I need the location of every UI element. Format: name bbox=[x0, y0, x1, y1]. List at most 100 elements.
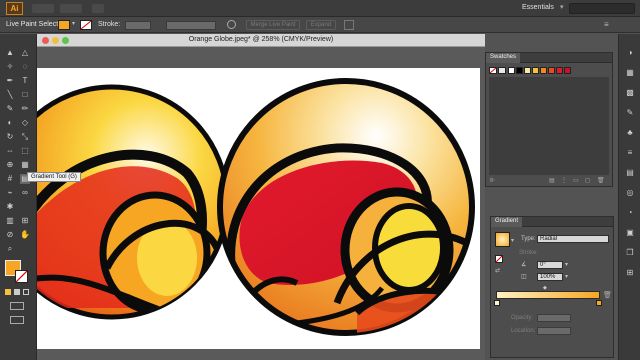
panel-menu-icon[interactable]: ≡ bbox=[604, 20, 616, 30]
swatch-chip[interactable] bbox=[532, 67, 539, 74]
reverse-gradient-icon[interactable]: ⇄ bbox=[495, 267, 500, 274]
variable-width-dropdown[interactable] bbox=[166, 21, 216, 30]
swatches-panel: Swatches ⊪ ▤ ⋮ ▭ ◻ 🗑 bbox=[485, 52, 613, 187]
type-tool-icon[interactable]: T bbox=[20, 76, 30, 86]
lasso-tool-icon[interactable]: ◌ bbox=[20, 62, 30, 72]
swatch-libraries-icon[interactable]: ⊪ bbox=[490, 177, 495, 184]
screen-mode-icon[interactable] bbox=[10, 316, 24, 324]
stroke-swatch[interactable] bbox=[80, 20, 92, 30]
swatch-options-icon[interactable]: ⋮ bbox=[561, 177, 567, 184]
merge-live-paint-button[interactable]: Merge Live Paint bbox=[246, 20, 300, 30]
chevron-down-icon[interactable]: ▾ bbox=[560, 3, 564, 11]
selection-tool-icon[interactable]: ▲ bbox=[5, 48, 15, 58]
swatch-chip[interactable] bbox=[564, 67, 571, 74]
symbols-panel-icon[interactable]: ♣ bbox=[625, 128, 635, 138]
stroke-panel-icon[interactable]: ≡ bbox=[625, 148, 635, 158]
zoom-tool-icon[interactable]: ⌕ bbox=[5, 244, 15, 254]
graph-tool-icon[interactable]: ▥ bbox=[5, 216, 15, 226]
color-mode-icon[interactable] bbox=[5, 289, 11, 295]
rotate-tool-icon[interactable]: ↻ bbox=[5, 132, 15, 142]
stroke-none-swatch[interactable] bbox=[495, 255, 503, 263]
none-mode-icon[interactable] bbox=[23, 289, 29, 295]
gpu-icon[interactable] bbox=[92, 4, 104, 13]
brushes-panel-icon[interactable]: ✎ bbox=[625, 108, 635, 118]
rectangle-tool-icon[interactable]: □ bbox=[20, 90, 30, 100]
blend-tool-icon[interactable]: ∞ bbox=[20, 188, 30, 198]
gradient-panel-icon[interactable]: ▤ bbox=[625, 168, 635, 178]
workspace-switcher[interactable]: Essentials bbox=[522, 4, 554, 11]
swatch-chip[interactable] bbox=[516, 67, 523, 74]
swatch-chip[interactable] bbox=[524, 67, 531, 74]
gradient-slider[interactable] bbox=[496, 291, 600, 299]
swatch-chip[interactable] bbox=[548, 67, 555, 74]
scale-tool-icon[interactable]: ⤡ bbox=[20, 132, 30, 142]
shape-builder-icon[interactable]: ⊕ bbox=[5, 160, 15, 170]
eyedropper-icon[interactable]: ⌁ bbox=[5, 188, 15, 198]
angle-input[interactable]: 0° bbox=[537, 261, 563, 269]
aspect-ratio-input[interactable]: 100% bbox=[537, 273, 563, 281]
paintbrush-tool-icon[interactable]: ✎ bbox=[5, 104, 15, 114]
gradient-preview-swatch[interactable] bbox=[495, 232, 510, 247]
gradient-presets-dropdown-icon[interactable]: ▾ bbox=[511, 237, 514, 244]
none-swatch[interactable] bbox=[489, 67, 497, 74]
line-tool-icon[interactable]: ╲ bbox=[5, 90, 15, 100]
appearance-panel-icon[interactable]: ◔ bbox=[625, 208, 635, 218]
new-color-group-icon[interactable]: ▭ bbox=[573, 177, 579, 184]
opacity-input[interactable] bbox=[537, 314, 571, 322]
gradient-type-select[interactable]: Radial bbox=[537, 235, 609, 243]
delete-stop-icon[interactable]: 🗑 bbox=[603, 291, 612, 299]
show-swatch-kinds-icon[interactable]: ▤ bbox=[549, 177, 555, 184]
magic-wand-icon[interactable]: ✧ bbox=[5, 62, 15, 72]
swatch-chip[interactable] bbox=[508, 67, 515, 74]
registration-swatch[interactable] bbox=[498, 67, 506, 74]
draw-mode-icon[interactable] bbox=[10, 302, 24, 310]
swatches-panel-icon[interactable]: ▩ bbox=[625, 88, 635, 98]
hand-tool-icon[interactable]: ✋ bbox=[20, 230, 30, 240]
blob-brush-icon[interactable]: ◐ bbox=[5, 118, 15, 128]
perspective-grid-icon[interactable]: ▦ bbox=[20, 160, 30, 170]
midpoint-diamond-icon[interactable]: ◆ bbox=[543, 285, 547, 291]
stroke-weight-input[interactable] bbox=[125, 21, 151, 30]
layers-panel-icon[interactable]: ❐ bbox=[625, 248, 635, 258]
direct-selection-tool-icon[interactable]: △ bbox=[20, 48, 30, 58]
artboard[interactable] bbox=[37, 68, 480, 349]
new-swatch-icon[interactable]: ◻ bbox=[585, 177, 590, 184]
fill-dropdown-icon[interactable]: ▾ bbox=[72, 20, 75, 27]
fill-swatch[interactable] bbox=[58, 20, 70, 30]
pen-tool-icon[interactable]: ✒ bbox=[5, 76, 15, 86]
transparency-panel-icon[interactable]: ◎ bbox=[625, 188, 635, 198]
delete-swatch-icon[interactable]: 🗑 bbox=[597, 177, 605, 184]
recolor-icon[interactable] bbox=[227, 20, 236, 29]
mesh-tool-icon[interactable]: # bbox=[5, 174, 15, 184]
graphic-styles-icon[interactable]: ▣ bbox=[625, 228, 635, 238]
location-input[interactable] bbox=[537, 327, 571, 335]
right-globe[interactable] bbox=[217, 78, 475, 338]
artboards-panel-icon[interactable]: ⊞ bbox=[625, 268, 635, 278]
color-guide-icon[interactable]: ▦ bbox=[625, 68, 635, 78]
aspect-dropdown-icon[interactable]: ▾ bbox=[565, 273, 568, 280]
swatches-list bbox=[489, 77, 609, 175]
left-globe[interactable] bbox=[37, 84, 230, 320]
slice-tool-icon[interactable]: ⊘ bbox=[5, 230, 15, 240]
free-transform-icon[interactable]: ⬚ bbox=[20, 146, 30, 156]
expand-button[interactable]: Expand bbox=[306, 20, 336, 30]
arrange-documents-button[interactable] bbox=[60, 4, 82, 13]
pencil-tool-icon[interactable]: ✏ bbox=[20, 104, 30, 114]
angle-dropdown-icon[interactable]: ▾ bbox=[565, 261, 568, 268]
start-color-stop[interactable] bbox=[494, 300, 500, 306]
color-panel-icon[interactable]: ◑ bbox=[625, 48, 635, 58]
tab-swatches[interactable]: Swatches bbox=[486, 53, 521, 63]
swatch-chip[interactable] bbox=[556, 67, 563, 74]
width-tool-icon[interactable]: ⇔ bbox=[5, 146, 15, 156]
tab-gradient[interactable]: Gradient bbox=[491, 217, 523, 227]
swatch-chip[interactable] bbox=[540, 67, 547, 74]
stroke-color-icon[interactable] bbox=[15, 270, 28, 283]
bridge-button[interactable] bbox=[32, 4, 54, 13]
gradient-mode-icon[interactable] bbox=[14, 289, 20, 295]
artboard-tool-icon[interactable]: ⊞ bbox=[20, 216, 30, 226]
eraser-tool-icon[interactable]: ◇ bbox=[20, 118, 30, 128]
align-icon[interactable] bbox=[344, 20, 354, 30]
help-search-input[interactable] bbox=[569, 3, 635, 14]
end-color-stop[interactable] bbox=[596, 300, 602, 306]
symbol-sprayer-icon[interactable]: ✱ bbox=[5, 202, 15, 212]
